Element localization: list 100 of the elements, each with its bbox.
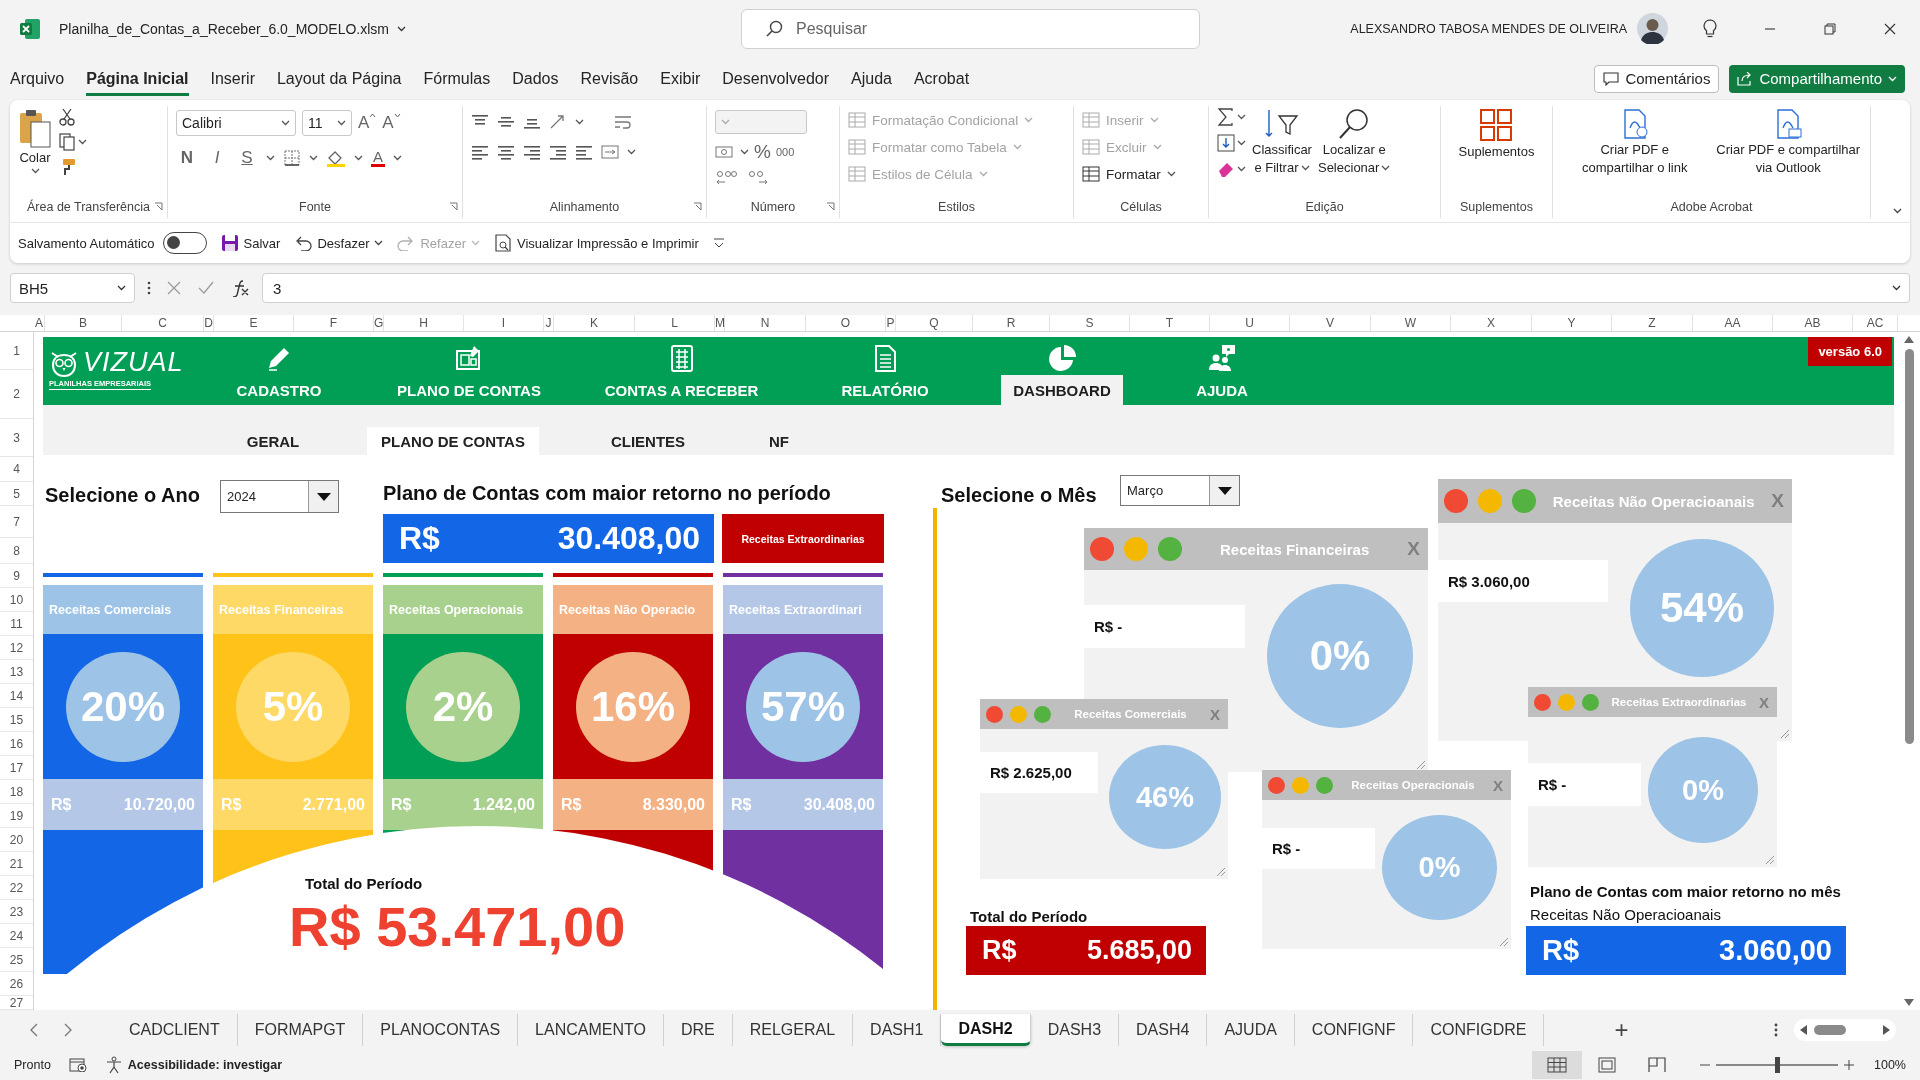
row-header[interactable]: 25 bbox=[9, 953, 24, 966]
column-header[interactable]: A bbox=[34, 315, 45, 331]
decrease-indent-icon[interactable] bbox=[549, 144, 567, 160]
customize-icon[interactable] bbox=[712, 238, 725, 248]
sheet-tab[interactable]: FORMAPGT bbox=[237, 1014, 364, 1046]
currency-icon[interactable] bbox=[715, 144, 735, 160]
row-header[interactable]: 21 bbox=[9, 857, 24, 870]
row-header[interactable]: 15 bbox=[9, 713, 24, 726]
menu-tab[interactable]: Revisão bbox=[580, 61, 639, 96]
sheet-tab[interactable]: LANCAMENTO bbox=[518, 1014, 664, 1046]
column-header[interactable]: O bbox=[806, 315, 886, 331]
row-header[interactable]: 23 bbox=[9, 905, 24, 918]
column-header[interactable]: AB bbox=[1773, 315, 1853, 331]
subtab[interactable]: CLIENTES bbox=[539, 427, 757, 455]
ribbon-command[interactable]: Formatar bbox=[1082, 162, 1176, 186]
toolbar-button[interactable]: Visualizar Impressão e Imprimir bbox=[494, 234, 699, 252]
fill-color-icon[interactable] bbox=[326, 149, 346, 167]
row-header[interactable]: 4 bbox=[13, 463, 20, 475]
wrap-text-icon[interactable] bbox=[614, 114, 632, 130]
pdf-button[interactable]: Criar PDF e compartilhar o link bbox=[1561, 106, 1709, 196]
ribbon-command[interactable]: Localizar e Selecionar bbox=[1317, 106, 1391, 196]
row-header[interactable]: 27 bbox=[9, 996, 24, 1009]
column-header[interactable]: X bbox=[1451, 315, 1532, 331]
menu-tab[interactable]: Layout da Página bbox=[276, 61, 402, 96]
row-header[interactable]: 1 bbox=[13, 344, 20, 357]
menu-tab[interactable]: Inserir bbox=[210, 61, 255, 96]
row-header[interactable]: 3 bbox=[13, 431, 20, 444]
column-header[interactable]: Q bbox=[896, 315, 973, 331]
menu-tab[interactable]: Acrobat bbox=[913, 61, 970, 96]
view-button[interactable] bbox=[1532, 1051, 1582, 1079]
merge-cells-icon[interactable] bbox=[601, 144, 619, 160]
column-header[interactable]: L bbox=[635, 315, 715, 331]
percent-button[interactable]: % bbox=[754, 141, 771, 163]
font-color-button[interactable]: A bbox=[371, 149, 385, 167]
menu-tab[interactable]: Ajuda bbox=[851, 61, 892, 96]
align-left-icon[interactable] bbox=[471, 144, 489, 160]
column-header[interactable]: P bbox=[886, 315, 896, 331]
resize-grip-icon[interactable] bbox=[1214, 865, 1226, 877]
column-header[interactable]: AC bbox=[1853, 315, 1898, 331]
column-header[interactable]: B bbox=[45, 315, 122, 331]
sheet-tab[interactable]: CADCLIENT bbox=[112, 1014, 238, 1046]
sheet-tab[interactable]: AJUDA bbox=[1207, 1014, 1295, 1046]
font-style-button[interactable]: N bbox=[176, 148, 198, 168]
row-header[interactable]: 10 bbox=[9, 593, 24, 606]
search-field[interactable]: Pesquisar bbox=[741, 8, 1200, 49]
zoom-in-icon[interactable] bbox=[1844, 1060, 1854, 1070]
resize-grip-icon[interactable] bbox=[1497, 935, 1509, 947]
increase-indent-icon[interactable] bbox=[575, 144, 593, 160]
lightbulb-icon[interactable] bbox=[1703, 18, 1717, 39]
user-name[interactable]: ALEXSANDRO TABOSA MENDES DE OLIVEIRA bbox=[1350, 21, 1627, 36]
row-header[interactable]: 20 bbox=[9, 833, 24, 846]
scrollbar-thumb[interactable] bbox=[1904, 349, 1914, 744]
eraser-icon[interactable] bbox=[1217, 160, 1235, 178]
previous-sheet-icon[interactable] bbox=[30, 1023, 38, 1037]
year-dropdown[interactable]: 2024 bbox=[220, 480, 339, 513]
pdf-button[interactable]: Criar PDF e compartilhar via Outlook bbox=[1714, 106, 1862, 196]
column-header[interactable]: R bbox=[973, 315, 1050, 331]
launcher-icon[interactable] bbox=[826, 202, 835, 211]
align-center-icon[interactable] bbox=[497, 144, 515, 160]
align-right-icon[interactable] bbox=[523, 144, 541, 160]
column-header[interactable]: K bbox=[554, 315, 635, 331]
column-header[interactable]: I bbox=[464, 315, 544, 331]
zoom-thumb[interactable] bbox=[1775, 1057, 1780, 1073]
share-button[interactable]: Compartilhamento bbox=[1729, 64, 1905, 93]
column-header[interactable]: U bbox=[1210, 315, 1290, 331]
column-header[interactable]: M bbox=[715, 315, 725, 331]
scroll-down-icon[interactable] bbox=[1904, 999, 1914, 1006]
scroll-left-icon[interactable] bbox=[1800, 1025, 1807, 1035]
column-header[interactable]: S bbox=[1050, 315, 1130, 331]
row-header[interactable]: 14 bbox=[9, 689, 24, 702]
menu-tab[interactable]: Desenvolvedor bbox=[722, 61, 829, 96]
sum-icon[interactable] bbox=[1217, 108, 1235, 126]
scroll-right-icon[interactable] bbox=[1883, 1025, 1890, 1035]
file-name[interactable]: Planilha_de_Contas_a_Receber_6.0_MODELO.xlsm bbox=[59, 20, 389, 37]
column-header[interactable]: AA bbox=[1693, 315, 1773, 331]
addins-button[interactable]: Suplementos bbox=[1458, 106, 1535, 196]
scrollbar-thumb[interactable] bbox=[1814, 1025, 1846, 1035]
subtab[interactable]: PLANO DE CONTAS bbox=[367, 427, 539, 455]
sheet-tab[interactable]: PLANOCONTAS bbox=[363, 1014, 519, 1046]
row-header[interactable]: 18 bbox=[9, 785, 24, 798]
row-header[interactable]: 5 bbox=[13, 487, 20, 500]
row-header[interactable]: 11 bbox=[10, 617, 23, 630]
horizontal-scrollbar[interactable] bbox=[1794, 1019, 1896, 1041]
scroll-up-icon[interactable] bbox=[1904, 336, 1914, 343]
resize-grip-icon[interactable] bbox=[1763, 853, 1775, 865]
sheet-tab[interactable]: CONFIGNF bbox=[1294, 1014, 1414, 1046]
font-size-select[interactable]: 11 bbox=[302, 110, 352, 136]
fill-down-icon[interactable] bbox=[1217, 134, 1235, 152]
grow-font-button[interactable]: A bbox=[358, 113, 377, 133]
zoom-level[interactable]: 100% bbox=[1874, 1058, 1906, 1072]
menu-tab[interactable]: Fórmulas bbox=[423, 61, 491, 96]
launcher-icon[interactable] bbox=[154, 202, 163, 211]
accessibility-status[interactable]: Acessibilidade: investigar bbox=[127, 1058, 283, 1072]
column-header[interactable]: E bbox=[214, 315, 294, 331]
borders-icon[interactable] bbox=[283, 149, 301, 167]
column-header[interactable]: V bbox=[1290, 315, 1371, 331]
sheet-tab[interactable]: CONFIGDRE bbox=[1413, 1014, 1545, 1046]
sheet-tab[interactable]: DASH3 bbox=[1030, 1014, 1120, 1046]
orientation-icon[interactable] bbox=[549, 114, 567, 130]
sheet-tab[interactable]: RELGERAL bbox=[732, 1014, 854, 1046]
